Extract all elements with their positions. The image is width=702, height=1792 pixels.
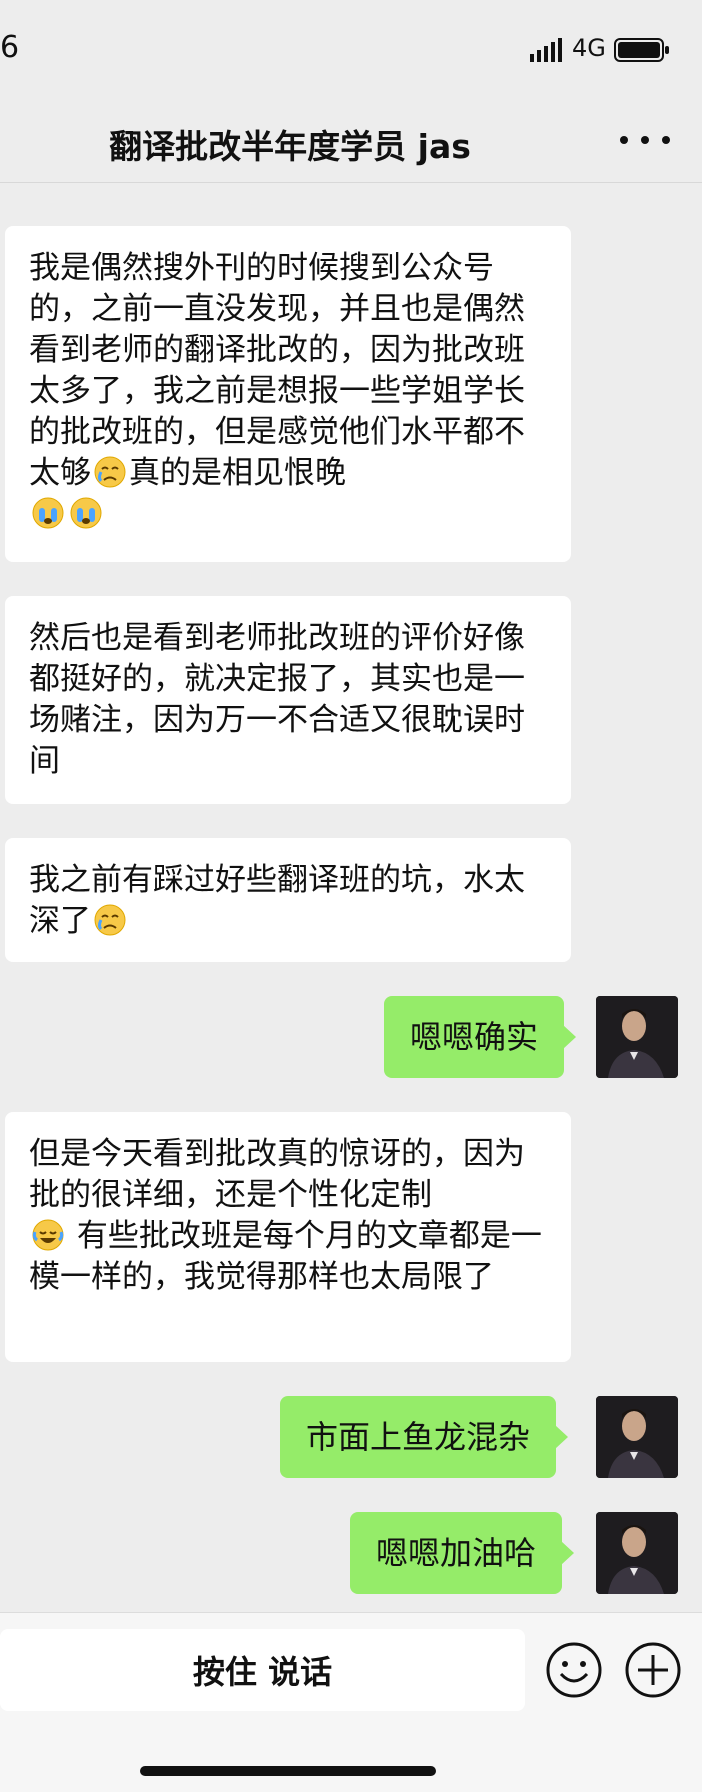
incoming-message[interactable]: 我是偶然搜外刊的时候搜到公众号的，之前一直没发现，并且也是偶然看到老师的翻译批改… xyxy=(5,226,571,562)
hold-to-talk-button[interactable]: 按住 说话 xyxy=(0,1629,525,1711)
more-options-button[interactable] xyxy=(620,122,670,158)
avatar[interactable] xyxy=(596,1512,678,1594)
outgoing-message[interactable]: 嗯嗯确实 xyxy=(384,996,577,1078)
network-type-label: 4G xyxy=(572,34,606,62)
message-text: 有些批改班是每个月的文章都是一模一样的，我觉得那样也太局限了 xyxy=(29,1218,542,1295)
message-text: 真的是相见恨晚 xyxy=(129,455,346,491)
incoming-message[interactable]: 然后也是看到老师批改班的评价好像都挺好的，就决定报了，其实也是一场赌注，因为万一… xyxy=(5,596,571,804)
chat-input-bar: 按住 说话 xyxy=(0,1612,702,1792)
sob-emoji-icon xyxy=(32,497,64,529)
home-indicator[interactable] xyxy=(140,1766,436,1776)
avatar[interactable] xyxy=(596,1396,678,1478)
chat-header: 翻译批改半年度学员 jas xyxy=(0,100,702,183)
outgoing-message[interactable]: 嗯嗯加油哈 xyxy=(350,1512,575,1594)
tears-of-joy-emoji-icon xyxy=(32,1219,64,1251)
outgoing-message[interactable]: 市面上鱼龙混杂 xyxy=(280,1396,569,1478)
user-photo-icon xyxy=(596,1512,678,1594)
plus-icon[interactable] xyxy=(624,1641,682,1699)
battery-icon xyxy=(614,38,669,62)
more-dot-icon xyxy=(641,136,649,144)
crying-face-emoji-icon xyxy=(94,456,126,488)
message-text: 然后也是看到老师批改班的评价好像都挺好的，就决定报了，其实也是一场赌注，因为万一… xyxy=(29,620,525,779)
signal-icon xyxy=(530,38,562,62)
emoji-icon[interactable] xyxy=(545,1641,603,1699)
avatar[interactable] xyxy=(596,996,678,1078)
chat-title: 翻译批改半年度学员 jas xyxy=(109,127,471,166)
status-time: 6 xyxy=(0,30,20,65)
incoming-message[interactable]: 但是今天看到批改真的惊讶的，因为批的很详细，还是个性化定制 有些批改班是每个月的… xyxy=(5,1112,571,1362)
crying-face-emoji-icon xyxy=(94,904,126,936)
more-dot-icon xyxy=(620,136,628,144)
status-bar: 6 4G xyxy=(0,0,702,100)
chat-screen: 6 4G 翻译批改半年度学员 jas 我是偶然搜外刊的时候搜到公众号的，之前一直… xyxy=(0,0,702,1792)
user-photo-icon xyxy=(596,996,678,1078)
message-text: 但是今天看到批改真的惊讶的，因为批的很详细，还是个性化定制 xyxy=(29,1136,525,1213)
user-photo-icon xyxy=(596,1396,678,1478)
incoming-message[interactable]: 我之前有踩过好些翻译班的坑，水太深了 xyxy=(5,838,571,962)
more-dot-icon xyxy=(662,136,670,144)
sob-emoji-icon xyxy=(70,497,102,529)
